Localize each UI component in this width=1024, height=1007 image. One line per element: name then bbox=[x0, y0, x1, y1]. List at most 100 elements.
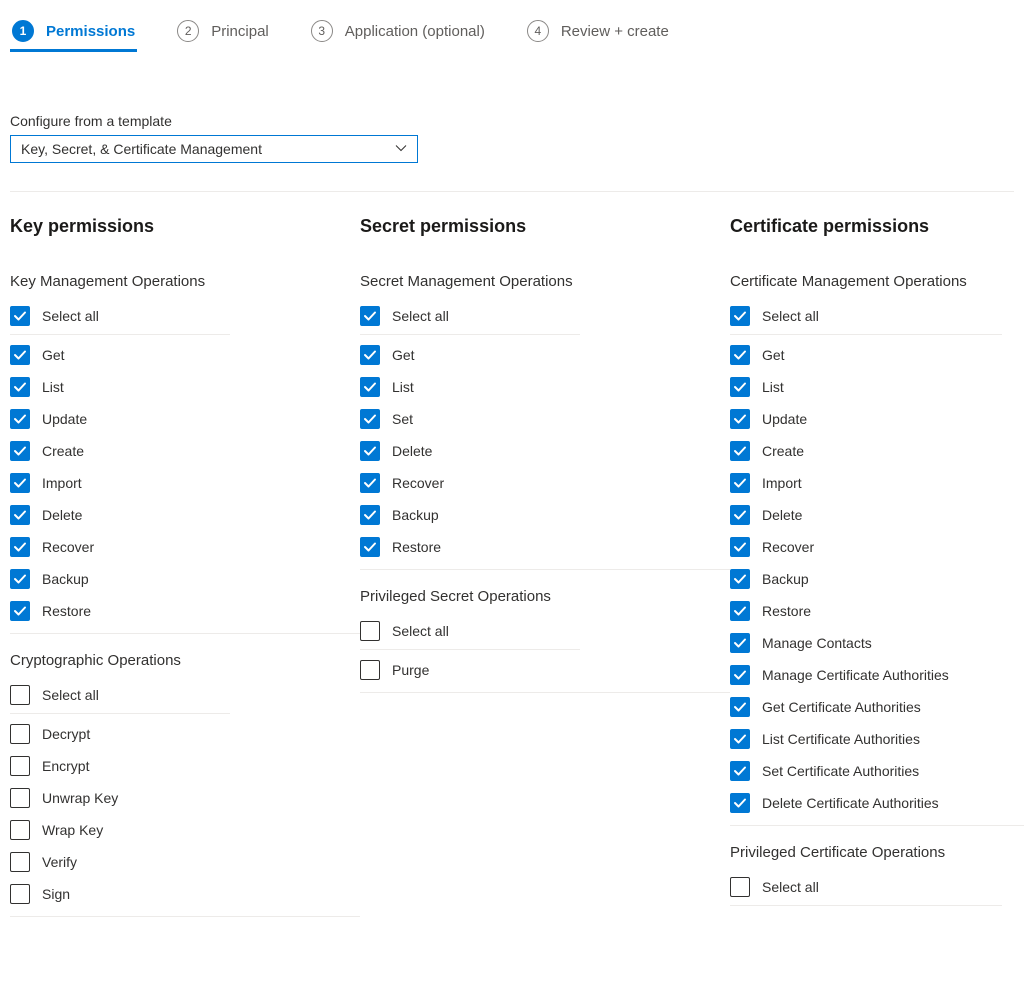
checkbox-label: Delete bbox=[42, 507, 82, 523]
permission-checkbox[interactable]: Get bbox=[730, 339, 1002, 371]
checkbox-icon bbox=[10, 473, 30, 493]
step-3[interactable]: 3Application (optional) bbox=[309, 10, 487, 52]
checkbox-icon bbox=[10, 537, 30, 557]
checkbox-label: Select all bbox=[392, 308, 449, 324]
checkbox-icon bbox=[730, 377, 750, 397]
checkbox-icon bbox=[730, 761, 750, 781]
group-heading: Privileged Secret Operations bbox=[360, 588, 730, 605]
checkbox-label: Get Certificate Authorities bbox=[762, 699, 921, 715]
step-1[interactable]: 1Permissions bbox=[10, 10, 137, 52]
step-label: Principal bbox=[211, 23, 269, 40]
permission-checkbox[interactable]: Manage Certificate Authorities bbox=[730, 659, 1002, 691]
checkbox-label: Select all bbox=[762, 879, 819, 895]
permission-checkbox[interactable]: Get Certificate Authorities bbox=[730, 691, 1002, 723]
select-all-checkbox[interactable]: Select all bbox=[730, 871, 1002, 906]
permission-checkbox[interactable]: Verify bbox=[10, 846, 230, 878]
checkbox-label: Sign bbox=[42, 886, 70, 902]
checkbox-label: Unwrap Key bbox=[42, 790, 118, 806]
column-title: Key permissions bbox=[10, 216, 360, 237]
permission-checkbox[interactable]: Update bbox=[730, 403, 1002, 435]
permission-checkbox[interactable]: Backup bbox=[10, 563, 230, 595]
permission-checkbox[interactable]: List bbox=[730, 371, 1002, 403]
permission-checkbox[interactable]: Restore bbox=[730, 595, 1002, 627]
permissions-column: Certificate permissionsCertificate Manag… bbox=[730, 216, 1024, 917]
permission-checkbox[interactable]: Recover bbox=[360, 467, 580, 499]
checkbox-icon bbox=[360, 441, 380, 461]
checkbox-label: Update bbox=[42, 411, 87, 427]
permission-checkbox[interactable]: Restore bbox=[10, 595, 230, 627]
checkbox-icon bbox=[730, 633, 750, 653]
permission-checkbox[interactable]: Manage Contacts bbox=[730, 627, 1002, 659]
checkbox-icon bbox=[10, 852, 30, 872]
permission-checkbox[interactable]: Delete Certificate Authorities bbox=[730, 787, 1002, 819]
checkbox-icon bbox=[730, 345, 750, 365]
checkbox-label: List bbox=[392, 379, 414, 395]
checkbox-icon bbox=[360, 660, 380, 680]
checkbox-icon bbox=[730, 569, 750, 589]
checkbox-icon bbox=[360, 505, 380, 525]
permissions-column: Secret permissionsSecret Management Oper… bbox=[360, 216, 730, 917]
checkbox-label: List Certificate Authorities bbox=[762, 731, 920, 747]
select-all-checkbox[interactable]: Select all bbox=[360, 300, 580, 335]
checkbox-icon bbox=[730, 697, 750, 717]
checkbox-icon bbox=[730, 409, 750, 429]
permission-checkbox[interactable]: Get bbox=[10, 339, 230, 371]
checkbox-label: Select all bbox=[42, 308, 99, 324]
checkbox-label: Manage Contacts bbox=[762, 635, 872, 651]
select-all-checkbox[interactable]: Select all bbox=[10, 679, 230, 714]
permission-checkbox[interactable]: Decrypt bbox=[10, 718, 230, 750]
step-4[interactable]: 4Review + create bbox=[525, 10, 671, 52]
checkbox-icon bbox=[730, 601, 750, 621]
permission-checkbox[interactable]: Unwrap Key bbox=[10, 782, 230, 814]
group-heading: Cryptographic Operations bbox=[10, 652, 360, 669]
checkbox-label: Decrypt bbox=[42, 726, 90, 742]
permission-checkbox[interactable]: Encrypt bbox=[10, 750, 230, 782]
permission-checkbox[interactable]: Backup bbox=[730, 563, 1002, 595]
select-all-checkbox[interactable]: Select all bbox=[10, 300, 230, 335]
checkbox-label: Delete Certificate Authorities bbox=[762, 795, 939, 811]
step-label: Application (optional) bbox=[345, 23, 485, 40]
step-2[interactable]: 2Principal bbox=[175, 10, 271, 52]
checkbox-label: Set bbox=[392, 411, 413, 427]
permission-checkbox[interactable]: Restore bbox=[360, 531, 580, 563]
checkbox-label: Update bbox=[762, 411, 807, 427]
permission-checkbox[interactable]: Recover bbox=[730, 531, 1002, 563]
group-heading: Key Management Operations bbox=[10, 273, 360, 290]
permission-checkbox[interactable]: List bbox=[10, 371, 230, 403]
checkbox-label: Get bbox=[762, 347, 785, 363]
checkbox-icon bbox=[730, 441, 750, 461]
checkbox-icon bbox=[10, 601, 30, 621]
permission-checkbox[interactable]: Import bbox=[10, 467, 230, 499]
permission-checkbox[interactable]: Purge bbox=[360, 654, 580, 686]
permission-checkbox[interactable]: List bbox=[360, 371, 580, 403]
permission-checkbox[interactable]: Backup bbox=[360, 499, 580, 531]
checkbox-label: Encrypt bbox=[42, 758, 89, 774]
checkbox-label: Restore bbox=[392, 539, 441, 555]
permission-checkbox[interactable]: Wrap Key bbox=[10, 814, 230, 846]
checkbox-icon bbox=[360, 473, 380, 493]
checkbox-icon bbox=[730, 306, 750, 326]
permission-checkbox[interactable]: Set Certificate Authorities bbox=[730, 755, 1002, 787]
permission-checkbox[interactable]: Recover bbox=[10, 531, 230, 563]
template-section: Configure from a template Key, Secret, &… bbox=[10, 113, 1014, 163]
permission-checkbox[interactable]: Delete bbox=[360, 435, 580, 467]
select-all-checkbox[interactable]: Select all bbox=[360, 615, 580, 650]
template-dropdown[interactable]: Key, Secret, & Certificate Management bbox=[10, 135, 418, 163]
permission-checkbox[interactable]: Get bbox=[360, 339, 580, 371]
permission-checkbox[interactable]: Create bbox=[10, 435, 230, 467]
permission-checkbox[interactable]: Import bbox=[730, 467, 1002, 499]
select-all-checkbox[interactable]: Select all bbox=[730, 300, 1002, 335]
checkbox-icon bbox=[10, 306, 30, 326]
checkbox-icon bbox=[360, 345, 380, 365]
permission-checkbox[interactable]: Delete bbox=[10, 499, 230, 531]
checkbox-icon bbox=[10, 685, 30, 705]
permission-checkbox[interactable]: Delete bbox=[730, 499, 1002, 531]
permission-checkbox[interactable]: List Certificate Authorities bbox=[730, 723, 1002, 755]
checkbox-label: Get bbox=[42, 347, 65, 363]
checkbox-icon bbox=[730, 665, 750, 685]
chevron-down-icon bbox=[395, 141, 407, 157]
permission-checkbox[interactable]: Set bbox=[360, 403, 580, 435]
permission-checkbox[interactable]: Create bbox=[730, 435, 1002, 467]
permission-checkbox[interactable]: Update bbox=[10, 403, 230, 435]
permission-checkbox[interactable]: Sign bbox=[10, 878, 230, 910]
